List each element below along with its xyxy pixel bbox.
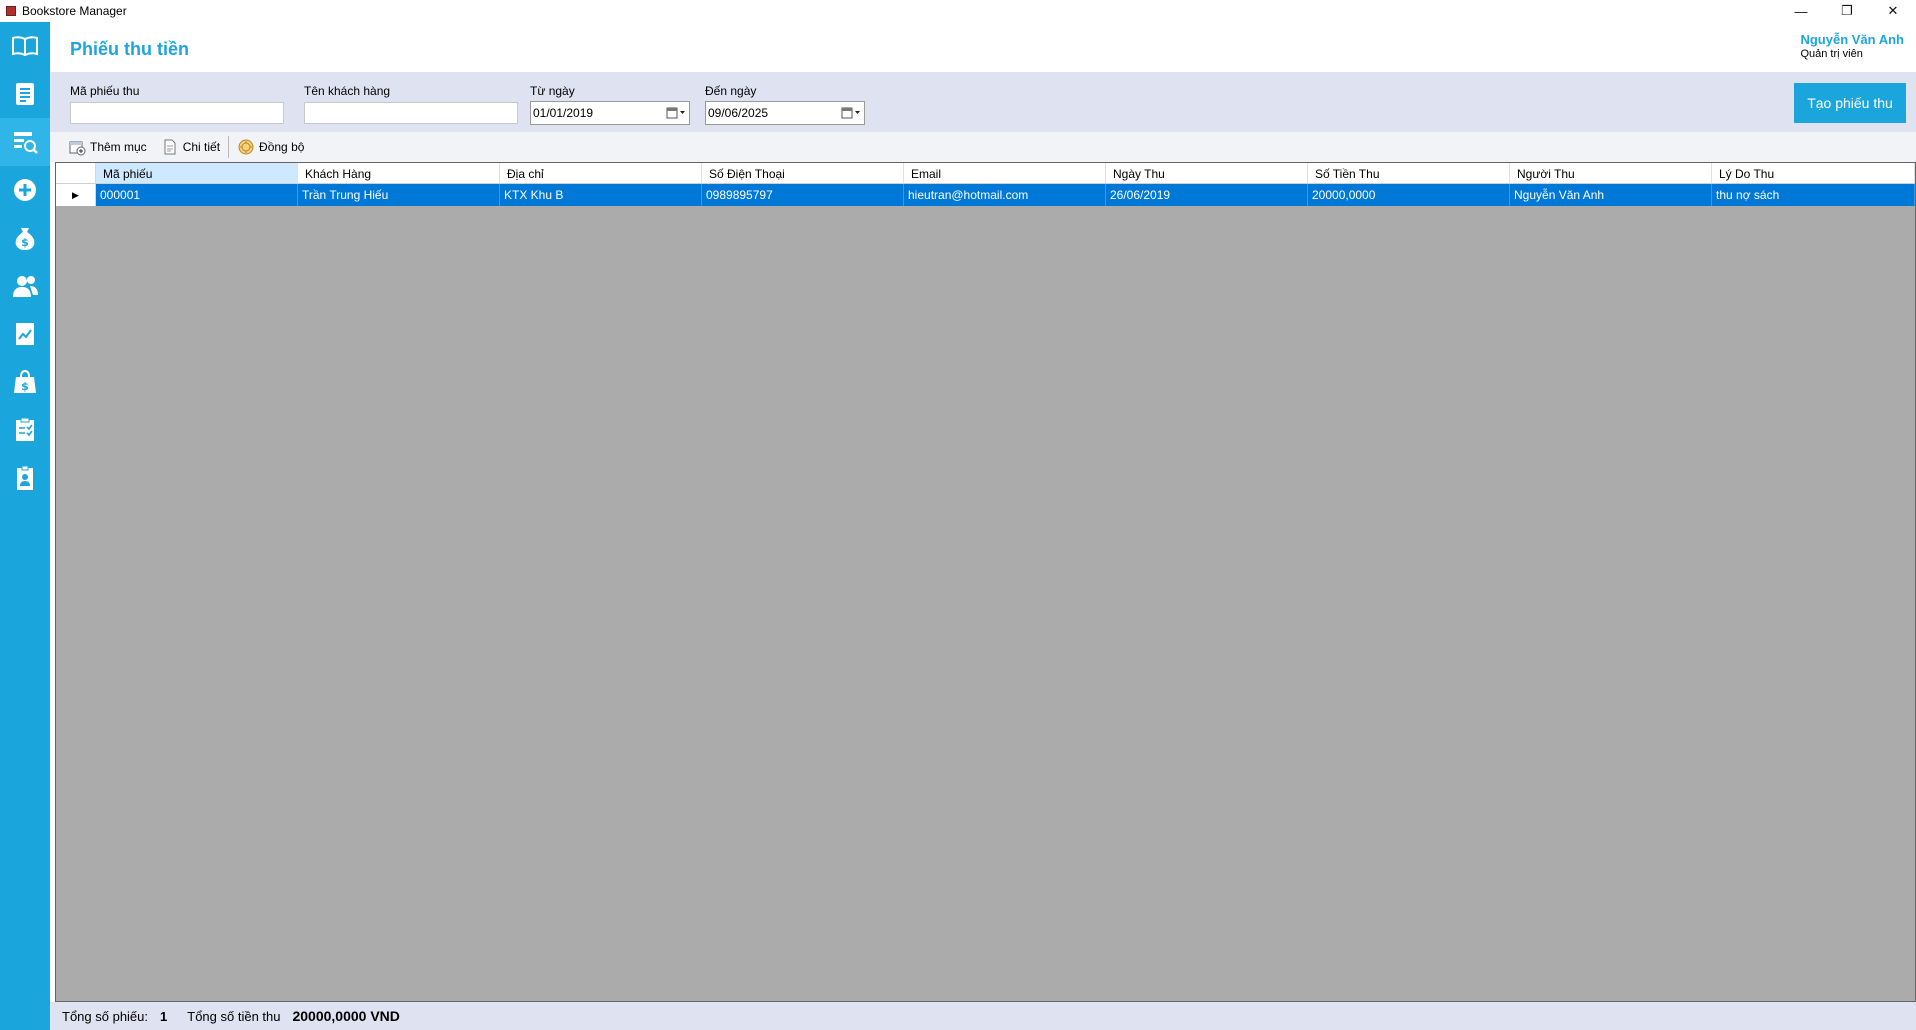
cell-so-tien-thu[interactable]: 20000,0000 <box>1308 184 1510 206</box>
badge-icon <box>17 465 33 490</box>
sidebar-item-sales[interactable]: $ <box>0 358 50 406</box>
receipt-count-label: Tổng số phiếu: <box>62 1008 149 1024</box>
sidebar-item-report[interactable] <box>0 310 50 358</box>
row-indicator-icon: ▶ <box>56 184 96 206</box>
column-header-so-tien-thu[interactable]: Số Tiền Thu <box>1308 163 1510 183</box>
document-icon <box>164 139 176 155</box>
sidebar-item-search-receipts[interactable] <box>0 118 50 166</box>
column-header-ngay-thu[interactable]: Ngày Thu <box>1106 163 1308 183</box>
filter-panel: Mã phiếu thu Tên khách hàng Từ ngày 01/0… <box>50 72 1916 132</box>
status-bar: Tổng số phiếu: 1 Tổng số tiền thu 20000,… <box>50 1002 1916 1030</box>
minimize-button[interactable]: — <box>1778 0 1824 22</box>
detail-button[interactable]: Chi tiết <box>161 138 220 156</box>
cell-khach-hang[interactable]: Trần Trung Hiếu <box>298 184 500 206</box>
column-header-nguoi-thu[interactable]: Người Thu <box>1510 163 1712 183</box>
title-bar: Bookstore Manager — ❐ ✕ <box>0 0 1916 22</box>
sidebar: $ $ <box>0 22 50 1030</box>
from-date-label: Từ ngày <box>530 84 575 98</box>
to-date-picker[interactable]: 09/06/2025 <box>705 101 865 125</box>
svg-text:$: $ <box>21 380 29 393</box>
cell-ma-phieu[interactable]: 000001 <box>96 184 298 206</box>
chart-icon <box>16 323 34 345</box>
column-header-ly-do-thu[interactable]: Lý Do Thu <box>1712 163 1915 183</box>
customer-name-label: Tên khách hàng <box>304 84 391 98</box>
restore-button[interactable]: ❐ <box>1824 0 1870 22</box>
calendar-dropdown-icon <box>841 107 860 119</box>
column-header-ma-phieu[interactable]: Mã phiếu <box>96 163 298 183</box>
user-role: Quản trị viên <box>1800 48 1863 60</box>
to-date-value: 09/06/2025 <box>708 106 769 120</box>
sidebar-item-inventory[interactable] <box>0 406 50 454</box>
toolbar: Thêm mục Chi tiết Đồng bộ <box>50 132 1916 162</box>
to-date-calendar-button[interactable] <box>838 102 864 124</box>
sidebar-item-books[interactable] <box>0 22 50 70</box>
receipt-code-label: Mã phiếu thu <box>70 84 140 98</box>
receipts-grid[interactable]: Mã phiếu Khách Hàng Địa chỉ Số Điện Thoạ… <box>55 162 1916 1002</box>
from-date-calendar-button[interactable] <box>663 102 689 124</box>
column-header-khach-hang[interactable]: Khách Hàng <box>298 163 500 183</box>
sidebar-item-receipts[interactable] <box>0 70 50 118</box>
sync-label: Đồng bộ <box>259 140 305 154</box>
cell-nguoi-thu[interactable]: Nguyễn Văn Anh <box>1510 184 1712 206</box>
sync-button[interactable]: Đồng bộ <box>237 138 304 156</box>
cell-ngay-thu[interactable]: 26/06/2019 <box>1106 184 1308 206</box>
page-title: Phiếu thu tiền <box>70 39 189 59</box>
from-date-value: 01/01/2019 <box>533 106 594 120</box>
column-header-dia-chi[interactable]: Địa chỉ <box>500 163 702 183</box>
plus-circle-icon <box>14 179 36 201</box>
money-bag-icon: $ <box>15 228 35 250</box>
app-icon <box>6 6 16 16</box>
sidebar-item-add[interactable] <box>0 166 50 214</box>
total-amount-label: Tổng số tiền thu <box>187 1008 281 1024</box>
svg-text:$: $ <box>21 236 29 249</box>
detail-label: Chi tiết <box>182 140 221 154</box>
user-name: Nguyễn Văn Anh <box>1800 32 1904 47</box>
sidebar-item-staff[interactable] <box>0 454 50 502</box>
receipt-code-input[interactable] <box>70 102 284 124</box>
sync-icon <box>238 139 254 155</box>
window-title: Bookstore Manager <box>22 4 127 18</box>
receipt-list-icon <box>16 83 34 105</box>
sidebar-item-revenue[interactable]: $ <box>0 214 50 262</box>
users-icon <box>13 276 38 297</box>
column-header-so-dien-thoai[interactable]: Số Điện Thoại <box>702 163 904 183</box>
customer-name-input[interactable] <box>304 102 518 124</box>
toolbar-separator <box>228 136 230 158</box>
total-amount-value: 20000,0000 VND <box>292 1008 400 1024</box>
book-open-icon <box>12 36 38 57</box>
cell-dia-chi[interactable]: KTX Khu B <box>500 184 702 206</box>
sidebar-item-users[interactable] <box>0 262 50 310</box>
shopping-bag-icon: $ <box>14 369 36 393</box>
receipt-count-value: 1 <box>160 1008 168 1024</box>
grid-header: Mã phiếu Khách Hàng Địa chỉ Số Điện Thoạ… <box>56 163 1915 184</box>
page-header: Phiếu thu tiền Nguyễn Văn Anh Quản trị v… <box>50 22 1916 72</box>
add-document-icon <box>69 141 86 156</box>
cell-so-dien-thoai[interactable]: 0989895797 <box>702 184 904 206</box>
cell-ly-do-thu[interactable]: thu nợ sách <box>1712 184 1915 206</box>
calendar-dropdown-icon <box>666 107 685 119</box>
row-header-corner <box>56 163 96 183</box>
close-button[interactable]: ✕ <box>1870 0 1916 22</box>
cell-email[interactable]: hieutran@hotmail.com <box>904 184 1106 206</box>
create-receipt-button[interactable]: Tạo phiếu thu <box>1794 83 1906 123</box>
search-list-icon <box>14 132 38 154</box>
add-item-label: Thêm mục <box>90 140 147 154</box>
column-header-email[interactable]: Email <box>904 163 1106 183</box>
user-info: Nguyễn Văn Anh Quản trị viên <box>1800 32 1904 60</box>
to-date-label: Đến ngày <box>705 84 757 98</box>
table-row[interactable]: ▶ 000001 Trần Trung Hiếu KTX Khu B 09898… <box>56 184 1915 206</box>
from-date-picker[interactable]: 01/01/2019 <box>530 101 690 125</box>
add-item-button[interactable]: Thêm mục <box>68 138 147 156</box>
checklist-icon <box>16 417 34 441</box>
window-controls: — ❐ ✕ <box>1778 0 1916 22</box>
